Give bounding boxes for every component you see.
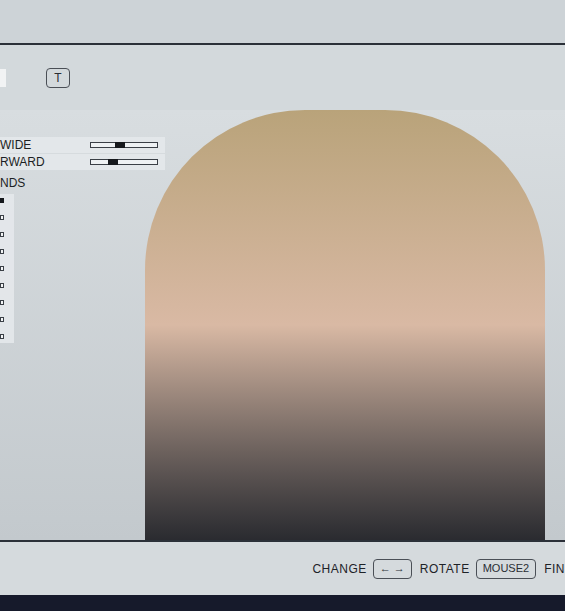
slider-thumb[interactable] [108, 159, 118, 165]
hint-label: FIN [544, 560, 565, 578]
slider-row[interactable]: WIDE [0, 137, 165, 153]
character-creator: T WIDE RWARD NDS CHANGE ← → ROTATE MOUSE2 FIN [0, 0, 565, 611]
hint-key[interactable]: ← → [373, 559, 412, 579]
hint-label: ROTATE [420, 560, 470, 578]
hint[interactable]: CHANGE ← → [312, 559, 411, 579]
list-checkbox[interactable] [0, 283, 4, 288]
slider-row[interactable]: RWARD [0, 154, 165, 170]
list-checkbox[interactable] [0, 198, 4, 203]
slider-thumb[interactable] [115, 142, 125, 148]
list-checkbox[interactable] [0, 317, 4, 322]
section-list [0, 194, 14, 343]
slider-label: WIDE [0, 138, 90, 152]
top-strip [0, 0, 565, 45]
bottom-strip [0, 595, 565, 611]
list-checkbox[interactable] [0, 215, 4, 220]
list-checkbox[interactable] [0, 232, 4, 237]
list-checkbox[interactable] [0, 300, 4, 305]
character-render [145, 110, 545, 540]
list-checkbox[interactable] [0, 334, 4, 339]
key-hint[interactable]: T [46, 68, 70, 88]
slider-track[interactable] [90, 159, 158, 165]
options-panel: WIDE RWARD NDS [0, 137, 165, 343]
hint[interactable]: ROTATE MOUSE2 [420, 559, 536, 579]
hint-label: CHANGE [312, 560, 366, 578]
tab-stub[interactable] [0, 69, 6, 87]
hint[interactable]: FIN [544, 560, 565, 578]
hint-bar: CHANGE ← → ROTATE MOUSE2 FIN [0, 540, 565, 595]
viewport[interactable]: WIDE RWARD NDS [0, 110, 565, 540]
list-checkbox[interactable] [0, 249, 4, 254]
slider-label: RWARD [0, 155, 90, 169]
list-checkbox[interactable] [0, 266, 4, 271]
hint-key[interactable]: MOUSE2 [476, 559, 536, 579]
header-bar: T [0, 45, 565, 110]
section-title: NDS [0, 176, 165, 190]
slider-track[interactable] [90, 142, 158, 148]
